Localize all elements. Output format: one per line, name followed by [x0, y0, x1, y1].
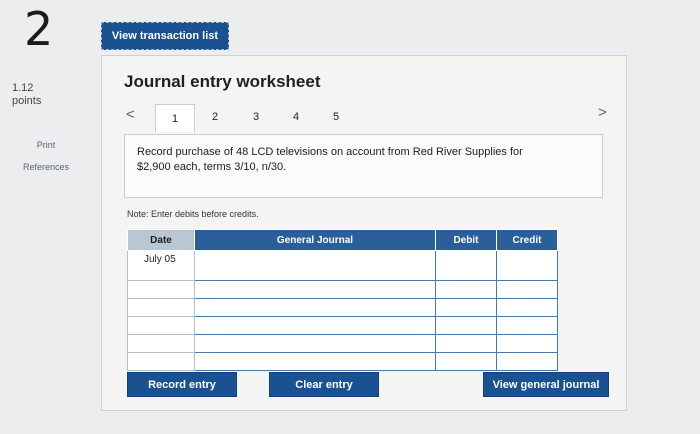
view-transaction-list-button[interactable]: View transaction list	[101, 22, 229, 50]
table-row	[127, 316, 558, 335]
next-arrow-icon[interactable]: >	[598, 104, 607, 121]
table-row	[127, 334, 558, 353]
account-input[interactable]	[194, 352, 436, 371]
debit-input[interactable]	[435, 334, 497, 353]
debit-credit-note: Note: Enter debits before credits.	[127, 209, 259, 219]
table-row: July 05	[127, 250, 558, 281]
points-block: 1.12 points	[12, 82, 41, 108]
table-row	[127, 352, 558, 371]
account-input[interactable]	[194, 298, 436, 317]
tab-4[interactable]: 4	[276, 104, 316, 130]
date-cell: July 05	[127, 250, 195, 281]
debit-input[interactable]	[435, 298, 497, 317]
credit-input[interactable]	[496, 280, 558, 299]
account-input[interactable]	[194, 334, 436, 353]
account-input[interactable]	[194, 280, 436, 299]
debit-input[interactable]	[435, 280, 497, 299]
view-general-journal-button[interactable]: View general journal	[483, 372, 609, 397]
references-link[interactable]: References	[6, 162, 86, 172]
worksheet-title: Journal entry worksheet	[124, 72, 321, 91]
tab-3[interactable]: 3	[236, 104, 276, 130]
date-cell	[127, 316, 195, 335]
credit-input[interactable]	[496, 316, 558, 335]
date-cell	[127, 298, 195, 317]
tab-2[interactable]: 2	[195, 104, 235, 130]
credit-input[interactable]	[496, 298, 558, 317]
account-input[interactable]	[194, 250, 436, 281]
clear-entry-button[interactable]: Clear entry	[269, 372, 379, 397]
credit-input[interactable]	[496, 334, 558, 353]
points-value: 1.12	[12, 82, 34, 94]
credit-input[interactable]	[496, 352, 558, 371]
tab-1[interactable]: 1	[155, 104, 195, 132]
debit-input[interactable]	[435, 316, 497, 335]
credit-input[interactable]	[496, 250, 558, 281]
tab-5[interactable]: 5	[316, 104, 356, 130]
table-row	[127, 280, 558, 299]
date-header: Date	[127, 229, 195, 251]
description-line-2: $2,900 each, terms 3/10, n/30.	[137, 161, 287, 173]
question-number: 2	[24, 2, 54, 56]
record-entry-button[interactable]: Record entry	[127, 372, 237, 397]
general-journal-header: General Journal	[194, 229, 436, 251]
debit-input[interactable]	[435, 352, 497, 371]
date-cell	[127, 334, 195, 353]
journal-table: Date General Journal Debit Credit July 0…	[127, 229, 558, 371]
debit-header: Debit	[435, 229, 497, 251]
description-line-1: Record purchase of 48 LCD televisions on…	[137, 146, 523, 158]
account-input[interactable]	[194, 316, 436, 335]
print-link[interactable]: Print	[6, 140, 86, 150]
table-row	[127, 298, 558, 317]
transaction-description: Record purchase of 48 LCD televisions on…	[124, 134, 603, 198]
debit-input[interactable]	[435, 250, 497, 281]
date-cell	[127, 352, 195, 371]
credit-header: Credit	[496, 229, 558, 251]
prev-arrow-icon[interactable]: <	[126, 106, 135, 123]
date-cell	[127, 280, 195, 299]
points-label: points	[12, 95, 42, 107]
